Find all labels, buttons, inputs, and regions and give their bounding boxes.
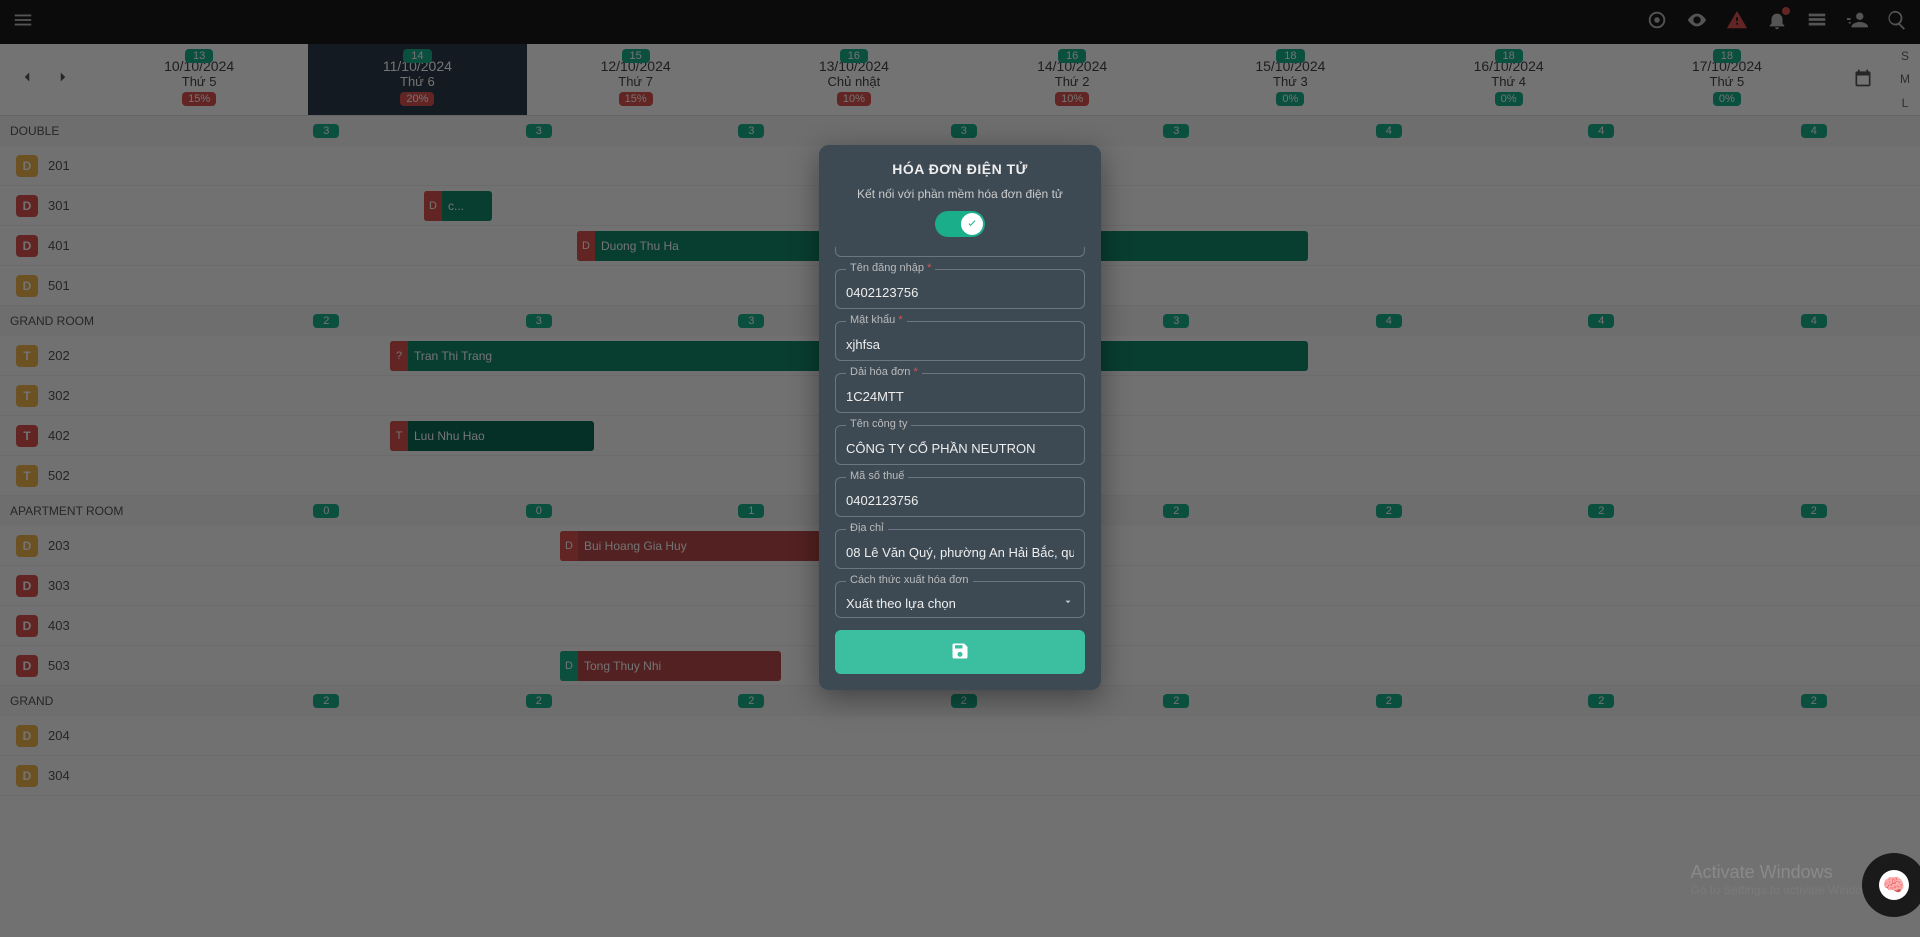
method-field[interactable]: Cách thức xuất hóa đơn Xuất theo lựa chọ… — [835, 581, 1085, 618]
series-field[interactable]: Dải hóa đơn * — [835, 373, 1085, 413]
einvoice-modal: HÓA ĐƠN ĐIỆN TỬ Kết nối với phần mềm hóa… — [819, 145, 1101, 690]
method-value: Xuất theo lựa chọn — [846, 596, 1074, 611]
connect-toggle[interactable] — [935, 211, 985, 237]
brain-icon: 🧠 — [1879, 870, 1909, 900]
password-input[interactable] — [846, 337, 1074, 352]
modal-title: HÓA ĐƠN ĐIỆN TỬ — [835, 145, 1085, 187]
save-button[interactable] — [835, 630, 1085, 674]
chevron-down-icon — [1062, 594, 1074, 612]
address-input[interactable] — [846, 545, 1074, 560]
check-icon — [961, 213, 983, 235]
company-field[interactable]: Tên công ty — [835, 425, 1085, 465]
password-field[interactable]: Mật khẩu * — [835, 321, 1085, 361]
tax-input[interactable] — [846, 493, 1074, 508]
username-field[interactable]: Tên đăng nhập * — [835, 269, 1085, 309]
field-partial-top — [835, 247, 1085, 257]
company-input[interactable] — [846, 441, 1074, 456]
series-input[interactable] — [846, 389, 1074, 404]
address-field[interactable]: Địa chỉ — [835, 529, 1085, 569]
windows-watermark: Activate Windows Go to Settings to activ… — [1691, 862, 1880, 897]
tax-field[interactable]: Mã số thuế — [835, 477, 1085, 517]
assistant-fab[interactable]: 🧠 — [1862, 853, 1920, 917]
save-icon — [950, 641, 970, 664]
username-input[interactable] — [846, 285, 1074, 300]
modal-subtitle: Kết nối với phần mềm hóa đơn điện tử — [835, 187, 1085, 201]
